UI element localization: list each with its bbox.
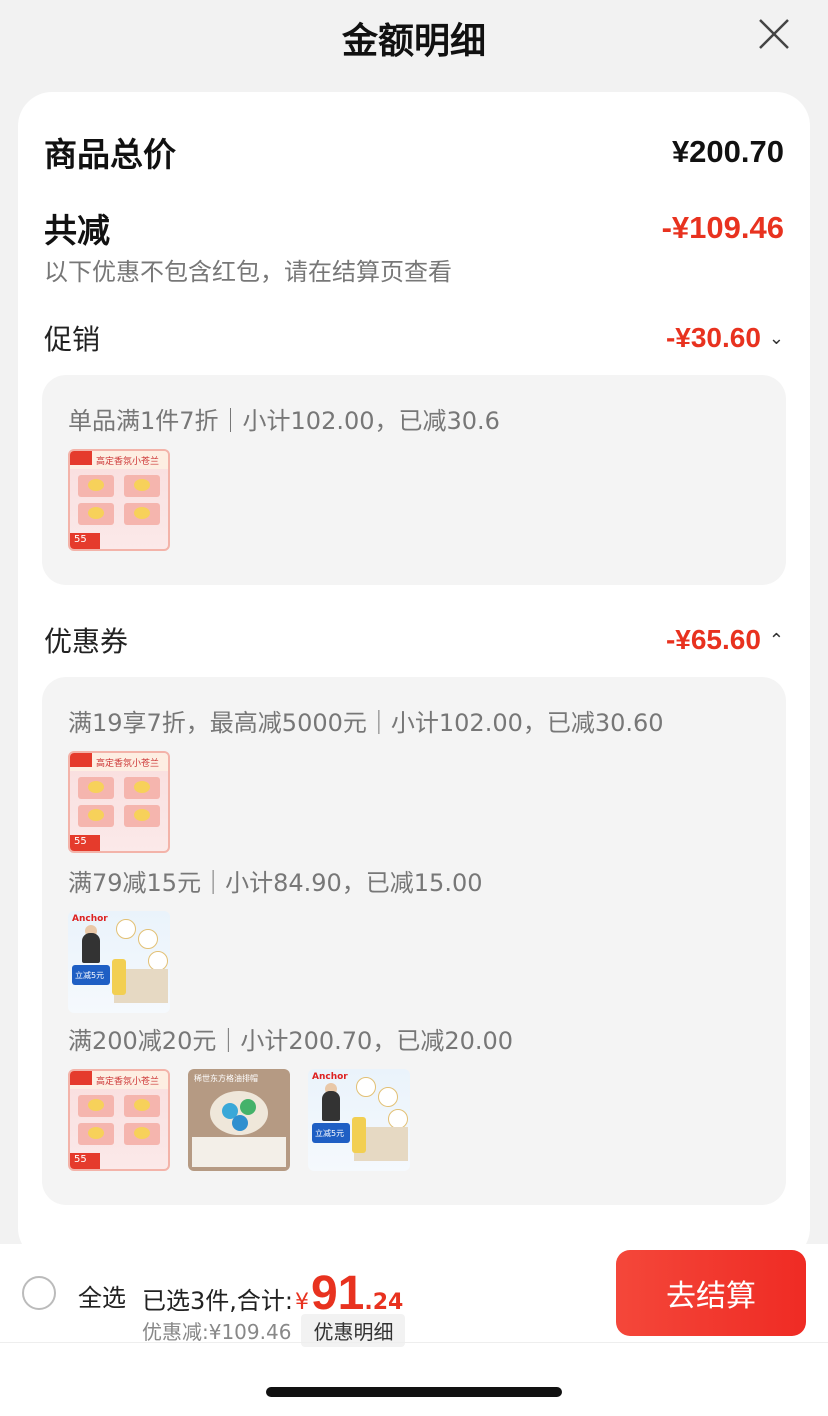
thumb-price: 55	[74, 1154, 87, 1165]
promotion-value-wrap: -¥30.60 ⌄	[666, 322, 784, 354]
product-thumb-anchor[interactable]: Anchor 立减5元	[68, 911, 170, 1013]
product-thumb-fragrance[interactable]: 高定香氛小苍兰 55	[68, 449, 170, 551]
total-label: 商品总价	[44, 135, 176, 174]
product-thumb-fragrance[interactable]: 高定香氛小苍兰 55	[68, 751, 170, 853]
select-all-radio[interactable]	[22, 1276, 56, 1310]
chevron-up-icon: ⌃	[768, 629, 784, 650]
coupon-thumbs: 高定香氛小苍兰 55 稀世东方格油排帽 Anchor 立减5元	[68, 1069, 410, 1171]
close-icon	[759, 19, 789, 49]
thumb-title: 高定香氛小苍兰	[96, 457, 160, 467]
header: 金额明细	[0, 0, 828, 80]
coupon-rule-text: 满200减20元｜小计200.70，已减20.00	[68, 1027, 514, 1055]
coupon-rule-text: 满79减15元｜小计84.90，已减15.00	[68, 869, 483, 897]
thumb-price: 55	[74, 534, 87, 545]
detail-card: 商品总价 ¥200.70 共减 -¥109.46 以下优惠不包含红包，请在结算页…	[18, 92, 810, 1262]
currency-symbol: ¥	[294, 1290, 309, 1315]
chevron-down-icon: ⌄	[768, 327, 784, 348]
promotion-header[interactable]: 促销 -¥30.60 ⌄	[44, 318, 784, 358]
product-thumb-laundry-beads[interactable]: 稀世东方格油排帽	[188, 1069, 290, 1171]
total-row: 商品总价 ¥200.70	[44, 128, 784, 176]
coupon-thumbs: Anchor 立减5元	[68, 911, 170, 1013]
product-thumb-fragrance[interactable]: 高定香氛小苍兰 55	[68, 1069, 170, 1171]
product-thumb-anchor[interactable]: Anchor 立减5元	[308, 1069, 410, 1171]
divider	[0, 1342, 828, 1343]
coupon-header[interactable]: 优惠券 -¥65.60 ⌃	[44, 620, 784, 660]
total-integer: 91	[310, 1267, 365, 1320]
thumb-title: 稀世东方格油排帽	[194, 1074, 258, 1083]
reduced-row: 共减 -¥109.46	[44, 204, 784, 252]
promotion-rule-text: 单品满1件7折｜小计102.00，已减30.6	[68, 407, 500, 435]
thumb-badge: 立减5元	[315, 1129, 345, 1138]
coupon-value-wrap: -¥65.60 ⌃	[666, 624, 784, 656]
coupon-rule-text: 满19享7折，最高减5000元｜小计102.00，已减30.60	[68, 709, 664, 737]
discount-text: 优惠减:¥109.46	[142, 1320, 292, 1344]
total-value: ¥200.70	[671, 134, 784, 169]
coupon-label: 优惠券	[44, 625, 129, 658]
select-all-label[interactable]: 全选	[78, 1278, 126, 1313]
close-button[interactable]	[756, 16, 792, 52]
coupon-panel: 满19享7折，最高减5000元｜小计102.00，已减30.60 高定香氛小苍兰…	[42, 677, 786, 1205]
selected-count-text: 已选3件,合计:	[142, 1287, 293, 1315]
checkout-bar: 全选 已选3件,合计: ¥ 91 .24 优惠减:¥109.46 优惠明细 去结…	[0, 1244, 828, 1416]
thumb-title: 高定香氛小苍兰	[96, 759, 160, 769]
thumb-badge: 立减5元	[75, 971, 105, 980]
thumb-title: 高定香氛小苍兰	[96, 1077, 160, 1087]
promotion-label: 促销	[44, 323, 101, 356]
total-decimal: .24	[364, 1290, 404, 1315]
coupon-value: -¥65.60	[665, 624, 761, 655]
reduced-value: -¥109.46	[661, 210, 784, 245]
checkout-button[interactable]: 去结算	[616, 1250, 806, 1336]
thumb-price: 55	[74, 836, 87, 847]
thumb-logo: Anchor	[72, 914, 108, 924]
reduced-label: 共减	[44, 211, 110, 250]
page-title: 金额明细	[341, 21, 486, 62]
home-indicator[interactable]	[266, 1387, 562, 1397]
promotion-thumbs: 高定香氛小苍兰 55	[68, 449, 170, 551]
exclusion-note: 以下优惠不包含红包，请在结算页查看	[44, 258, 452, 286]
promotion-value: -¥30.60	[665, 322, 761, 353]
thumb-logo: Anchor	[312, 1072, 348, 1082]
promotion-panel: 单品满1件7折｜小计102.00，已减30.6 高定香氛小苍兰 55	[42, 375, 786, 585]
coupon-thumbs: 高定香氛小苍兰 55	[68, 751, 170, 853]
order-total: 已选3件,合计: ¥ 91 .24	[142, 1266, 403, 1321]
